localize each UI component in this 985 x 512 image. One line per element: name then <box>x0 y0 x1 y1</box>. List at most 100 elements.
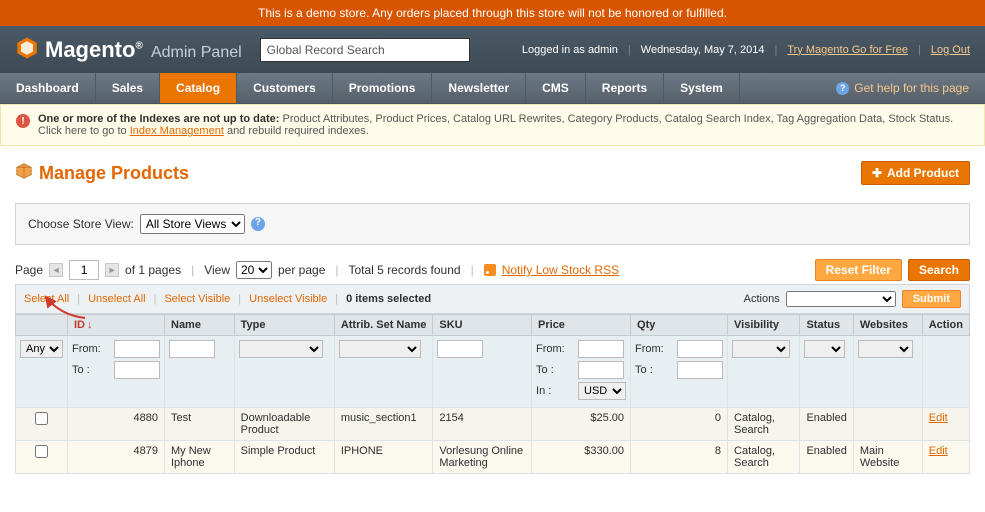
page-head: Manage Products ✚ Add Product <box>15 161 970 185</box>
filter-sku[interactable] <box>437 340 483 358</box>
cell-qty: 0 <box>631 408 728 441</box>
reset-filter-button[interactable]: Reset Filter <box>815 259 902 281</box>
nav-dashboard[interactable]: Dashboard <box>0 73 96 103</box>
filter-attrib[interactable] <box>339 340 421 358</box>
actions-select[interactable] <box>786 291 896 307</box>
main-nav: Dashboard Sales Catalog Customers Promot… <box>0 73 985 104</box>
select-all-link[interactable]: Select All <box>24 293 69 305</box>
search-button[interactable]: Search <box>908 259 970 281</box>
cell-type: Downloadable Product <box>234 408 334 441</box>
nav-catalog[interactable]: Catalog <box>160 73 237 103</box>
session-date: Wednesday, May 7, 2014 <box>641 44 765 56</box>
page-label: Page <box>15 263 43 277</box>
cell-status: Enabled <box>800 441 853 474</box>
col-attrib[interactable]: Attrib. Set Name <box>334 315 433 336</box>
filter-id-from[interactable] <box>114 340 160 358</box>
logged-in-text: Logged in as admin <box>522 44 618 56</box>
cell-attrib: music_section1 <box>334 408 433 441</box>
filter-price-to[interactable] <box>578 361 624 379</box>
col-price[interactable]: Price <box>532 315 631 336</box>
help-link[interactable]: Get help for this page <box>854 81 969 95</box>
nav-newsletter[interactable]: Newsletter <box>432 73 526 103</box>
cell-websites <box>853 408 922 441</box>
table-row[interactable]: 4879My New IphoneSimple ProductIPHONEVor… <box>16 441 970 474</box>
cell-id: 4879 <box>68 441 165 474</box>
page-input[interactable] <box>69 260 99 280</box>
filter-name[interactable] <box>169 340 215 358</box>
notice-text2: and rebuild required indexes. <box>224 125 369 137</box>
add-product-button[interactable]: ✚ Add Product <box>861 161 970 185</box>
nav-sales[interactable]: Sales <box>96 73 160 103</box>
filter-qty-to[interactable] <box>677 361 723 379</box>
table-row[interactable]: 4880TestDownloadable Productmusic_sectio… <box>16 408 970 441</box>
col-qty[interactable]: Qty <box>631 315 728 336</box>
filter-any-select[interactable]: Any <box>20 340 63 358</box>
cell-websites: Main Website <box>853 441 922 474</box>
of-pages: of 1 pages <box>125 263 181 277</box>
col-id[interactable]: ID↓ <box>68 315 165 336</box>
col-name[interactable]: Name <box>165 315 235 336</box>
col-websites[interactable]: Websites <box>853 315 922 336</box>
nav-system[interactable]: System <box>664 73 740 103</box>
index-mgmt-link[interactable]: Index Management <box>130 125 224 137</box>
nav-reports[interactable]: Reports <box>586 73 664 103</box>
admin-header: Magento® Admin Panel Logged in as admin … <box>0 26 985 73</box>
magento-logo-icon <box>15 36 39 63</box>
filter-price-from[interactable] <box>578 340 624 358</box>
header-session: Logged in as admin | Wednesday, May 7, 2… <box>522 44 970 56</box>
cell-sku: 2154 <box>433 408 532 441</box>
cell-attrib: IPHONE <box>334 441 433 474</box>
select-visible-link[interactable]: Select Visible <box>164 293 230 305</box>
store-view-selector: Choose Store View: All Store Views <box>15 203 970 245</box>
page-title: Manage Products <box>15 162 189 185</box>
row-checkbox[interactable] <box>35 445 48 458</box>
edit-link[interactable]: Edit <box>929 412 948 424</box>
pager-bar: Page ◄ ► of 1 pages | View 20 per page |… <box>15 259 970 281</box>
global-search-input[interactable] <box>260 38 470 62</box>
col-visibility[interactable]: Visibility <box>728 315 800 336</box>
page-prev-button[interactable]: ◄ <box>49 263 63 277</box>
filter-currency[interactable]: USD <box>578 382 626 400</box>
store-view-select[interactable]: All Store Views <box>140 214 245 234</box>
cell-name: Test <box>165 408 235 441</box>
rss-link[interactable]: Notify Low Stock RSS <box>502 263 619 277</box>
page-content: Manage Products ✚ Add Product Choose Sto… <box>0 146 985 489</box>
col-sku[interactable]: SKU <box>433 315 532 336</box>
unselect-visible-link[interactable]: Unselect Visible <box>249 293 327 305</box>
logo: Magento® Admin Panel <box>15 36 242 63</box>
filter-qty-from[interactable] <box>677 340 723 358</box>
cell-visibility: Catalog, Search <box>728 408 800 441</box>
per-page-select[interactable]: 20 <box>236 261 272 279</box>
cube-icon <box>15 162 33 185</box>
view-label: View <box>204 263 230 277</box>
filter-visibility[interactable] <box>732 340 790 358</box>
cell-visibility: Catalog, Search <box>728 441 800 474</box>
filter-websites[interactable] <box>858 340 913 358</box>
submit-button[interactable]: Submit <box>902 290 961 308</box>
nav-promotions[interactable]: Promotions <box>333 73 433 103</box>
filter-type[interactable] <box>239 340 323 358</box>
try-magento-link[interactable]: Try Magento Go for Free <box>787 44 908 56</box>
row-checkbox[interactable] <box>35 412 48 425</box>
notice-bold: One or more of the Indexes are not up to… <box>38 113 279 125</box>
filter-id-to[interactable] <box>114 361 160 379</box>
rss-icon <box>484 264 496 276</box>
col-status[interactable]: Status <box>800 315 853 336</box>
page-next-button[interactable]: ► <box>105 263 119 277</box>
filter-status[interactable] <box>804 340 845 358</box>
unselect-all-link[interactable]: Unselect All <box>88 293 145 305</box>
plus-icon: ✚ <box>872 166 882 180</box>
cell-sku: Vorlesung Online Marketing <box>433 441 532 474</box>
cell-name: My New Iphone <box>165 441 235 474</box>
store-view-label: Choose Store View: <box>28 217 134 231</box>
demo-notice-bar: This is a demo store. Any orders placed … <box>0 0 985 26</box>
logout-link[interactable]: Log Out <box>931 44 970 56</box>
cell-type: Simple Product <box>234 441 334 474</box>
items-selected: 0 items selected <box>346 293 431 305</box>
nav-customers[interactable]: Customers <box>237 73 333 103</box>
question-icon[interactable] <box>251 217 265 231</box>
edit-link[interactable]: Edit <box>929 445 948 457</box>
nav-cms[interactable]: CMS <box>526 73 586 103</box>
col-type[interactable]: Type <box>234 315 334 336</box>
cell-price: $25.00 <box>532 408 631 441</box>
